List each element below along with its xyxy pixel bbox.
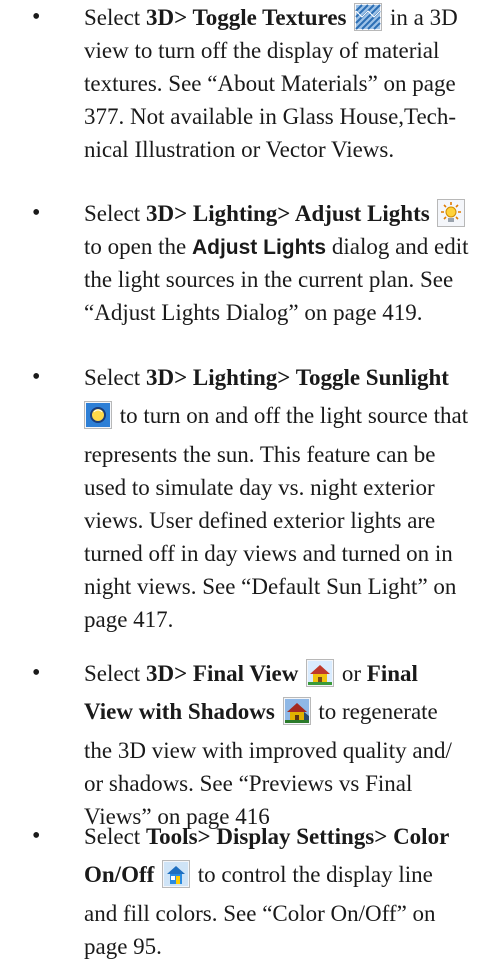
menu-path: 3D> Lighting> Toggle Sunlight [145,365,449,390]
text: Select [84,5,146,30]
dialog-name: Adjust Lights [191,236,327,259]
toggle-sunlight-icon [84,401,112,429]
final-view-shadows-icon [282,697,311,725]
menu-path: Tools> Display Settings> Color [145,824,450,849]
toggle-textures-icon [354,3,383,31]
adjust-lights-icon [437,199,466,227]
bullet: • [32,4,41,30]
menu-path: 3D> Toggle Textures [145,5,347,30]
bullet: • [32,660,41,686]
menu-path: 3D> Lighting> Adjust Lights [145,201,430,226]
bullet: • [32,823,41,849]
menu-item-name: View with Shadows [84,699,275,724]
color-on-off-icon [162,860,191,888]
bullet: • [32,200,41,226]
menu-path: 3D> Final View [145,661,299,686]
bullet: • [32,364,41,390]
menu-item-name: On/Off [84,862,155,887]
final-view-icon [306,659,335,687]
